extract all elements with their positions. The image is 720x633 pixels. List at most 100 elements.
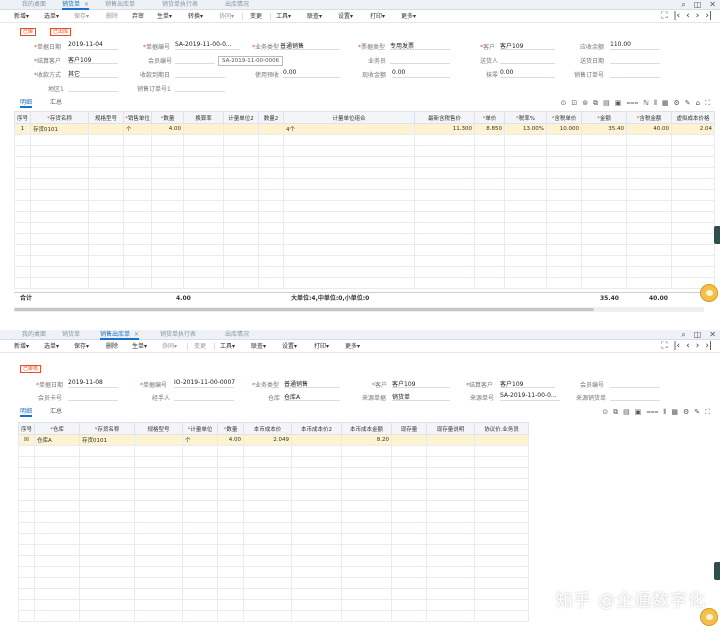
col-agreement-price[interactable]: 协议价.业务员	[474, 422, 529, 435]
empty-cell[interactable]	[243, 555, 292, 567]
generate-button[interactable]: 生单▾	[132, 340, 147, 353]
empty-cell[interactable]	[30, 167, 89, 179]
empty-cell[interactable]	[391, 478, 427, 490]
empty-cell[interactable]	[258, 200, 284, 212]
unaudit-button[interactable]: 弃审	[132, 10, 144, 23]
empty-cell[interactable]	[134, 599, 183, 611]
empty-cell[interactable]	[223, 134, 259, 146]
empty-row[interactable]	[18, 566, 529, 578]
empty-cell[interactable]	[183, 145, 224, 157]
empty-cell[interactable]	[671, 233, 715, 245]
delivery-date-field[interactable]	[610, 55, 660, 64]
empty-cell[interactable]	[546, 134, 582, 146]
empty-row[interactable]	[18, 544, 529, 556]
col-qty[interactable]: *数量	[151, 111, 184, 124]
empty-cell[interactable]	[626, 277, 672, 289]
cell[interactable]	[474, 434, 529, 446]
empty-cell[interactable]	[14, 189, 31, 201]
empty-cell[interactable]	[414, 244, 475, 256]
empty-cell[interactable]	[258, 178, 284, 190]
empty-cell[interactable]	[151, 200, 184, 212]
empty-cell[interactable]	[79, 467, 135, 479]
empty-cell[interactable]	[134, 511, 183, 523]
source-order-field[interactable]	[610, 392, 660, 401]
tab-summary[interactable]: 汇总	[50, 97, 62, 108]
empty-cell[interactable]	[258, 266, 284, 278]
empty-cell[interactable]	[474, 255, 505, 267]
first-icon[interactable]: |‹	[674, 11, 681, 21]
empty-cell[interactable]	[123, 222, 152, 234]
empty-cell[interactable]	[182, 610, 218, 622]
empty-cell[interactable]	[217, 566, 244, 578]
empty-cell[interactable]	[291, 544, 342, 556]
empty-cell[interactable]	[258, 255, 284, 267]
col-seq[interactable]: 序号	[14, 111, 31, 124]
empty-cell[interactable]	[504, 156, 547, 168]
empty-cell[interactable]	[391, 533, 427, 545]
cell[interactable]: 8.850	[474, 123, 505, 135]
empty-cell[interactable]	[18, 555, 35, 567]
empty-cell[interactable]	[581, 167, 627, 179]
empty-cell[interactable]	[391, 456, 427, 468]
empty-cell[interactable]	[79, 577, 135, 589]
empty-row[interactable]	[18, 478, 529, 490]
empty-cell[interactable]	[258, 244, 284, 256]
discount-field[interactable]: 0.00	[500, 69, 555, 78]
cell[interactable]: 2.04	[671, 123, 715, 135]
empty-cell[interactable]	[134, 544, 183, 556]
empty-cell[interactable]	[34, 489, 80, 501]
empty-cell[interactable]	[88, 277, 124, 289]
empty-row[interactable]	[14, 200, 715, 212]
cell[interactable]: 35.40	[581, 123, 627, 135]
next-icon[interactable]: ›	[696, 341, 700, 351]
empty-cell[interactable]	[18, 522, 35, 534]
select-button[interactable]: 选单▾	[44, 340, 59, 353]
empty-cell[interactable]	[626, 189, 672, 201]
empty-cell[interactable]	[88, 167, 124, 179]
empty-cell[interactable]	[291, 511, 342, 523]
empty-cell[interactable]	[546, 266, 582, 278]
empty-cell[interactable]	[217, 456, 244, 468]
chart-icon[interactable]: ⫴	[663, 408, 666, 416]
empty-cell[interactable]	[474, 178, 505, 190]
empty-cell[interactable]	[391, 500, 427, 512]
empty-cell[interactable]	[243, 599, 292, 611]
collaborate-button[interactable]: 协同▾	[219, 10, 234, 23]
empty-cell[interactable]	[581, 211, 627, 223]
empty-cell[interactable]	[671, 167, 715, 179]
source-number-field[interactable]: SA-2019-11-00-0...	[500, 392, 560, 401]
empty-cell[interactable]	[18, 577, 35, 589]
more-button[interactable]: 更多▾	[401, 10, 416, 23]
empty-cell[interactable]	[626, 156, 672, 168]
empty-cell[interactable]	[34, 500, 80, 512]
empty-cell[interactable]	[283, 156, 415, 168]
empty-cell[interactable]	[626, 233, 672, 245]
tab-desktop[interactable]: 我的桌面	[22, 330, 46, 340]
empty-cell[interactable]	[30, 134, 89, 146]
date-field[interactable]: 2019-11-08	[68, 379, 118, 388]
empty-cell[interactable]	[79, 588, 135, 600]
empty-cell[interactable]	[183, 178, 224, 190]
receipt-method-field[interactable]: 其它	[68, 69, 118, 78]
empty-cell[interactable]	[243, 610, 292, 622]
empty-cell[interactable]	[223, 222, 259, 234]
empty-cell[interactable]	[291, 467, 342, 479]
empty-cell[interactable]	[217, 588, 244, 600]
empty-cell[interactable]	[30, 266, 89, 278]
empty-cell[interactable]	[341, 599, 392, 611]
prev-icon[interactable]: ‹	[686, 11, 690, 21]
empty-cell[interactable]	[341, 610, 392, 622]
grid-icon[interactable]: ▦	[662, 99, 669, 107]
empty-cell[interactable]	[283, 244, 415, 256]
side-panel-handle[interactable]	[714, 226, 720, 244]
empty-cell[interactable]	[123, 277, 152, 289]
search-icon[interactable]: ⌕	[681, 0, 685, 9]
empty-cell[interactable]	[546, 255, 582, 267]
empty-cell[interactable]	[123, 145, 152, 157]
empty-cell[interactable]	[426, 588, 475, 600]
empty-cell[interactable]	[391, 511, 427, 523]
empty-cell[interactable]	[182, 599, 218, 611]
empty-row[interactable]	[18, 511, 529, 523]
cell[interactable]: 个	[182, 434, 218, 446]
empty-cell[interactable]	[391, 577, 427, 589]
